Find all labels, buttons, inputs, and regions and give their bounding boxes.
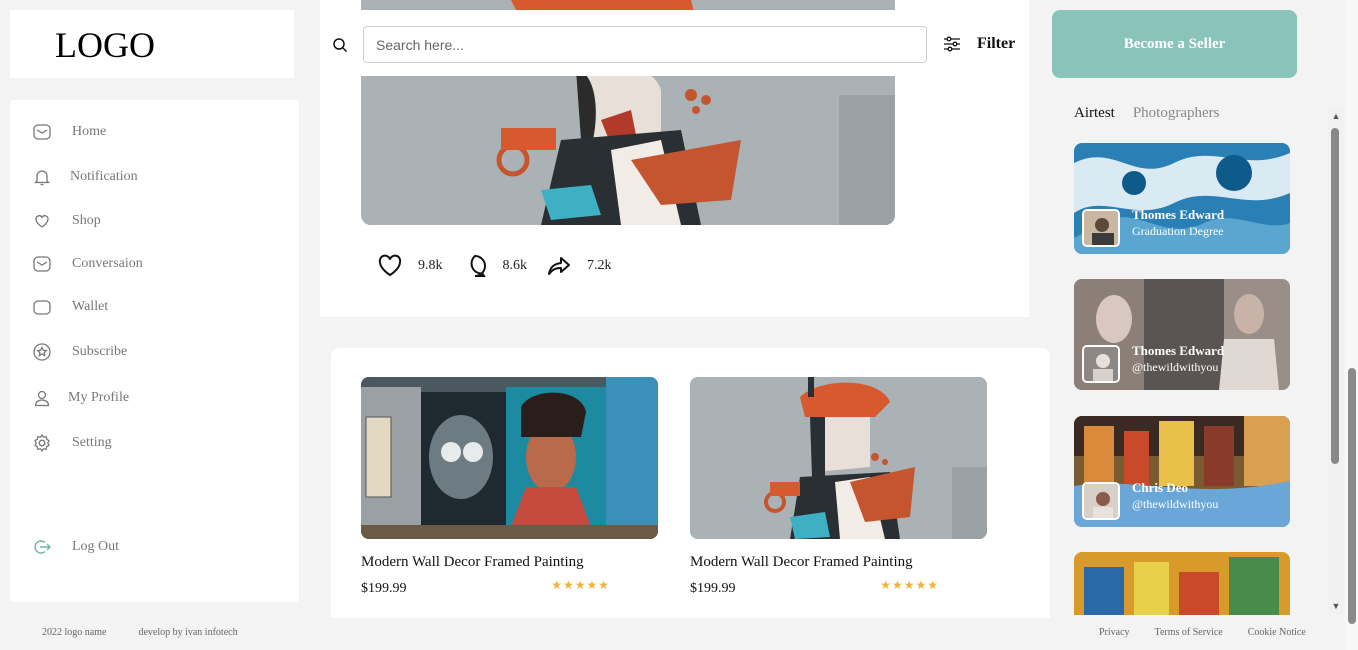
copyright: 2022 logo name <box>42 627 107 638</box>
sidebar-item-label: Notification <box>70 169 138 184</box>
heart-icon <box>378 254 402 277</box>
product-title[interactable]: Modern Wall Decor Framed Painting <box>690 554 987 571</box>
artist-card[interactable] <box>1074 552 1290 615</box>
sidebar-item-setting[interactable]: Setting <box>32 431 112 455</box>
artists-scrollbar-thumb[interactable] <box>1331 128 1339 464</box>
search-input[interactable] <box>363 26 927 63</box>
artist-name: Thomes Edward <box>1132 343 1225 358</box>
artist-subtitle: @thewildwithyou <box>1132 360 1219 374</box>
share-button[interactable]: 7.2k <box>545 252 612 280</box>
mail-icon <box>33 256 51 272</box>
sliders-icon <box>944 36 960 52</box>
product-price: $199.99 <box>361 581 407 596</box>
street-art-image <box>361 377 658 539</box>
sidebar-item-notification[interactable]: Notification <box>32 165 138 189</box>
sidebar-item-label: Home <box>72 124 107 139</box>
page-scrollbar[interactable] <box>1345 0 1358 650</box>
comment-count: 8.6k <box>502 258 528 273</box>
sidebar: Home Notification Shop Conversaion Walle… <box>10 100 299 602</box>
logo-box[interactable]: LOGO <box>10 10 294 78</box>
sidebar-item-conversation[interactable]: Conversaion <box>32 252 143 276</box>
star-rating: ★★★★★ <box>880 578 939 592</box>
user-icon <box>34 390 50 407</box>
artist-name: Thomes Edward <box>1132 207 1225 222</box>
gear-icon <box>34 433 50 453</box>
become-seller-button[interactable]: Become a Seller <box>1052 10 1297 78</box>
artist-tabs: Airtest Photographers <box>1074 105 1237 122</box>
tab-airtest[interactable]: Airtest <box>1074 105 1115 122</box>
sidebar-item-my-profile[interactable]: My Profile <box>32 386 129 410</box>
product-price: $199.99 <box>690 581 736 596</box>
comment-button[interactable]: 8.6k <box>461 252 528 280</box>
mural-artwork <box>690 377 987 539</box>
footer-links: Privacy Terms of Service Cookie Notice <box>1099 627 1331 638</box>
artist-card[interactable]: Thomes Edward Graduation Degree <box>1074 143 1290 254</box>
comment-icon <box>470 254 486 277</box>
tab-photographers[interactable]: Photographers <box>1133 105 1220 122</box>
product-image[interactable] <box>361 377 658 539</box>
sidebar-item-home[interactable]: Home <box>32 120 106 144</box>
cookie-link[interactable]: Cookie Notice <box>1248 627 1306 638</box>
privacy-link[interactable]: Privacy <box>1099 627 1130 638</box>
sidebar-item-label: Conversaion <box>72 256 143 271</box>
product-card[interactable]: Modern Wall Decor Framed Painting $199.9… <box>690 377 987 597</box>
search-bar: Filter <box>320 10 1029 76</box>
search-icon[interactable] <box>332 37 348 53</box>
artists-panel: Airtest Photographers Thomes Edward Grad… <box>1052 100 1342 615</box>
filter-label: Filter <box>977 35 1016 52</box>
star-rating: ★★★★★ <box>551 578 610 592</box>
artist-card[interactable]: Thomes Edward @thewildwithyou <box>1074 279 1290 390</box>
terms-link[interactable]: Terms of Service <box>1155 627 1223 638</box>
filter-button[interactable]: Filter <box>942 34 1015 54</box>
logout-button[interactable]: Log Out <box>32 535 119 559</box>
sidebar-item-label: Subscribe <box>72 344 128 359</box>
products-section: Modern Wall Decor Framed Painting $199.9… <box>331 348 1050 618</box>
scroll-up-icon[interactable]: ▲ <box>1331 111 1341 121</box>
wallet-icon <box>33 300 51 315</box>
sidebar-item-label: Setting <box>72 435 112 450</box>
heart-icon <box>35 215 49 228</box>
footer-left: 2022 logo name develop by ivan infotech <box>42 627 270 638</box>
share-count: 7.2k <box>587 258 612 273</box>
share-icon <box>548 257 570 275</box>
artists-scrollbar[interactable]: ▲ ▼ <box>1328 106 1343 614</box>
post-reactions: 9.8k 8.6k 7.2k <box>376 252 630 280</box>
star-badge-icon <box>33 343 51 361</box>
sidebar-item-wallet[interactable]: Wallet <box>32 295 108 319</box>
bell-icon <box>33 170 51 186</box>
sidebar-item-label: Wallet <box>72 299 109 314</box>
artist-subtitle: @thewildwithyou <box>1132 497 1219 511</box>
logo: LOGO <box>55 25 155 65</box>
logout-label: Log Out <box>72 539 120 554</box>
avatar <box>1082 345 1120 383</box>
product-title[interactable]: Modern Wall Decor Framed Painting <box>361 554 658 571</box>
artist-name: Chris Deo <box>1132 480 1188 495</box>
sidebar-item-label: Shop <box>72 213 101 228</box>
artist-subtitle: Graduation Degree <box>1132 224 1224 238</box>
page-scrollbar-thumb[interactable] <box>1348 368 1356 624</box>
artist-cover <box>1074 552 1290 615</box>
avatar <box>1082 209 1120 247</box>
developer-credit: develop by ivan infotech <box>138 627 238 638</box>
scroll-down-icon[interactable]: ▼ <box>1331 601 1341 611</box>
logout-icon <box>34 540 51 554</box>
artist-card[interactable]: Chris Deo @thewildwithyou <box>1074 416 1290 527</box>
product-image[interactable] <box>690 377 987 539</box>
like-button[interactable]: 9.8k <box>376 252 443 280</box>
home-icon <box>33 124 51 140</box>
sidebar-item-shop[interactable]: Shop <box>32 209 101 233</box>
sidebar-item-subscribe[interactable]: Subscribe <box>32 340 127 364</box>
avatar <box>1082 482 1120 520</box>
like-count: 9.8k <box>418 258 443 273</box>
product-card[interactable]: Modern Wall Decor Framed Painting $199.9… <box>361 377 658 597</box>
sidebar-item-label: My Profile <box>68 390 130 405</box>
